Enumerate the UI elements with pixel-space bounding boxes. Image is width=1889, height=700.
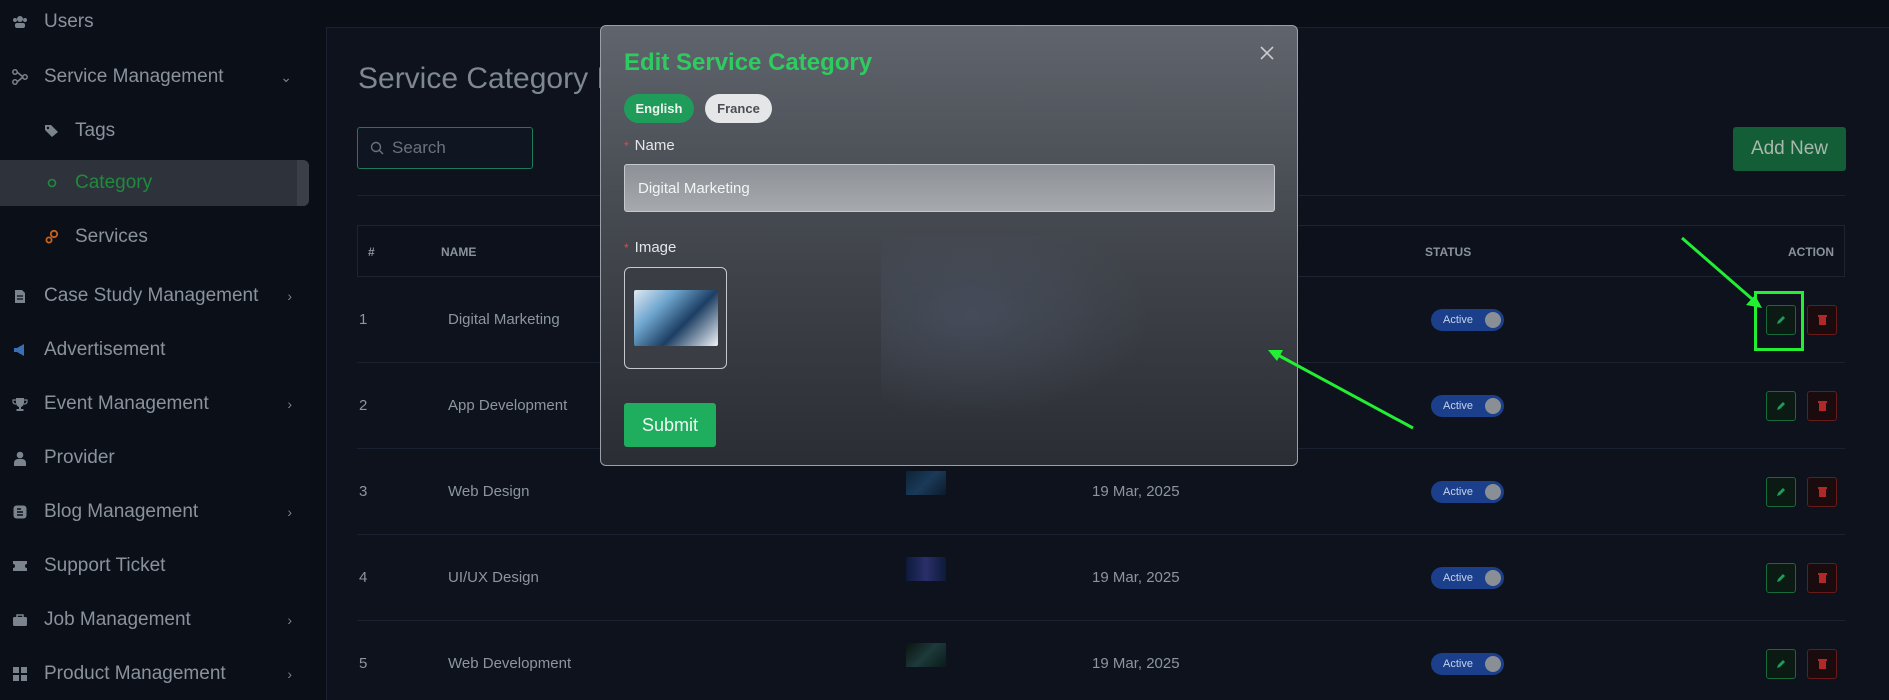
annotation-arrows — [1268, 236, 1762, 430]
arrow-line — [1681, 236, 1760, 307]
arrow-line — [1275, 352, 1414, 430]
